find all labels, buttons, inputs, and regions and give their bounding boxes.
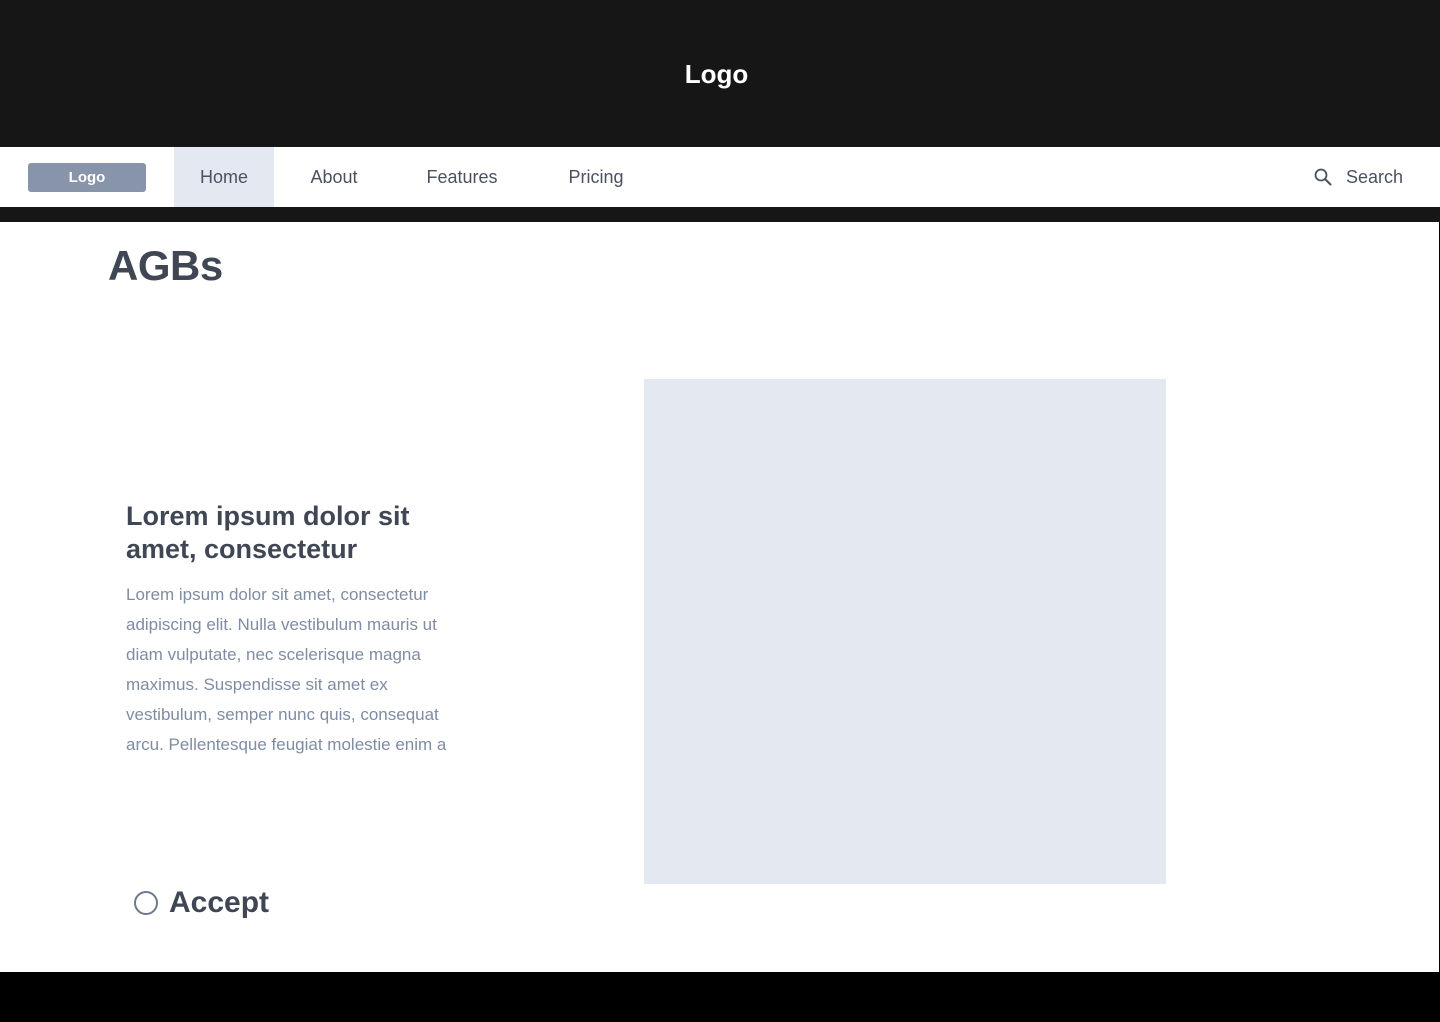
search-button[interactable]: Search	[1314, 147, 1403, 207]
image-placeholder	[644, 379, 1166, 884]
nav-item-features[interactable]: Features	[414, 147, 510, 207]
accept-radio[interactable]: Accept	[134, 886, 269, 920]
nav-logo[interactable]: Logo	[28, 163, 146, 192]
nav-item-about[interactable]: About	[298, 147, 370, 207]
nav-item-label: About	[310, 166, 358, 187]
section-body: Lorem ipsum dolor sit amet, consectetur …	[126, 585, 447, 754]
main-content: AGBs Lorem ipsum dolor sit amet, consect…	[0, 222, 1439, 972]
nav-divider	[0, 207, 1440, 222]
footer	[0, 972, 1440, 1022]
nav-item-home[interactable]: Home	[174, 147, 274, 207]
banner-logo[interactable]: Logo	[685, 59, 749, 90]
nav-item-label: Home	[199, 166, 248, 187]
search-label: Search	[1345, 166, 1403, 187]
navbar: Logo Home About Features Pricing Search	[0, 147, 1440, 207]
nav-item-pricing[interactable]: Pricing	[556, 147, 636, 207]
section-heading: Lorem ipsum dolor sit amet, consectetur	[126, 501, 410, 564]
accept-label[interactable]: Accept	[169, 886, 269, 920]
nav-item-label: Features	[426, 166, 498, 187]
search-icon	[1314, 168, 1332, 186]
text-block: Lorem ipsum dolor sit amet, consectetur …	[126, 500, 466, 760]
radio-circle-icon[interactable]	[134, 891, 158, 915]
nav-item-label: Pricing	[568, 166, 624, 187]
page-title: AGBs	[108, 242, 223, 289]
top-banner: Logo	[0, 0, 1440, 147]
